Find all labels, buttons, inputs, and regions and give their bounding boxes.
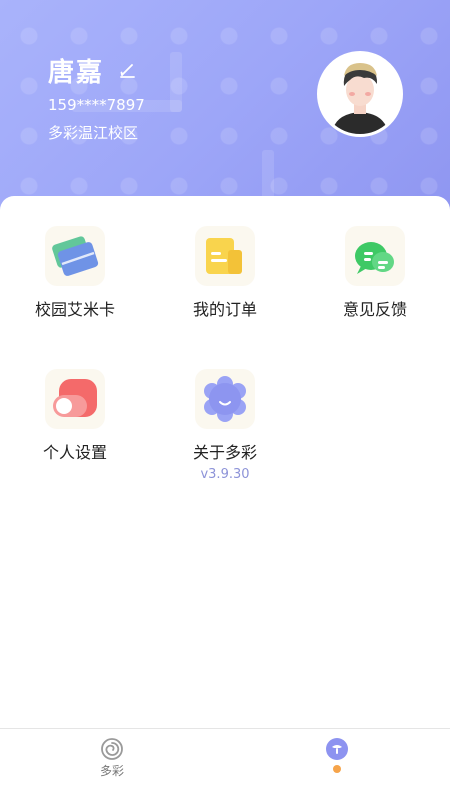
order-document-icon bbox=[195, 226, 255, 286]
menu-item-my-orders[interactable]: 我的订单 bbox=[150, 226, 300, 320]
settings-toggle-icon bbox=[45, 369, 105, 429]
menu-item-about[interactable]: 关于多彩 v3.9.30 bbox=[150, 369, 300, 482]
spiral-home-icon bbox=[101, 738, 123, 760]
tab-label: 多彩 bbox=[99, 764, 124, 778]
menu-label: 意见反馈 bbox=[342, 300, 407, 319]
notification-badge-dot bbox=[333, 765, 341, 773]
about-flower-icon bbox=[195, 369, 255, 429]
menu-item-campus-card[interactable]: 校园艾米卡 bbox=[0, 226, 150, 320]
header-decoration bbox=[170, 52, 182, 112]
profile-header: 唐嘉 159****7897 多彩温江校区 bbox=[0, 0, 450, 215]
campus-card-icon bbox=[45, 226, 105, 286]
tab-home[interactable]: 多彩 bbox=[52, 729, 172, 800]
menu-card: 校园艾米卡 我的订单 意见反馈 个人设置 关于多彩 v3.9.30 bbox=[0, 196, 450, 731]
avatar[interactable] bbox=[317, 51, 403, 137]
tab-mine[interactable] bbox=[277, 729, 397, 800]
menu-label: 我的订单 bbox=[192, 300, 257, 319]
bottom-tab-bar: 多彩 bbox=[0, 728, 450, 800]
edit-pen-icon[interactable] bbox=[118, 60, 138, 80]
user-phone: 159****7897 bbox=[48, 96, 145, 114]
menu-label: 关于多彩 bbox=[192, 443, 257, 462]
user-name: 唐嘉 bbox=[48, 58, 105, 88]
menu-item-personal-settings[interactable]: 个人设置 bbox=[0, 369, 150, 463]
mine-icon bbox=[326, 738, 348, 760]
menu-label: 个人设置 bbox=[42, 443, 107, 462]
user-campus: 多彩温江校区 bbox=[48, 124, 139, 142]
menu-item-feedback[interactable]: 意见反馈 bbox=[300, 226, 450, 320]
app-version: v3.9.30 bbox=[200, 467, 250, 482]
menu-label: 校园艾米卡 bbox=[34, 300, 115, 319]
avatar-person-icon bbox=[320, 54, 400, 134]
feedback-chat-icon bbox=[345, 226, 405, 286]
